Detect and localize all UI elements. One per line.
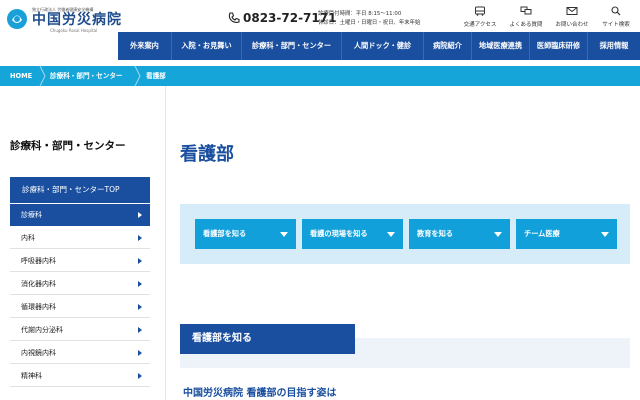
sidebar: 診療科・部門・センター 診療科・部門・センターTOP 診療科 内科 呼吸器内科 … [0,86,166,400]
sidebar-item-label: 消化器内科 [21,280,56,288]
chevron-right-icon [138,258,142,264]
tab-label: 看護の現場を知る [310,229,368,238]
nav-item-recruit[interactable]: 採用情報 [588,32,640,60]
sidebar-item-respiratory[interactable]: 呼吸器内科 [10,250,150,272]
sidebar-item-label: 呼吸器内科 [21,257,56,265]
reception-hours: 診療受付時間：平日 8:15～11:00 休診日：土曜日・日曜日・祝日、年末年始 [318,10,420,28]
tab-know-nursing[interactable]: 看護部を知る [195,219,296,249]
sidebar-item-label: 代謝内分泌科 [21,326,63,334]
chevron-right-icon [138,212,142,218]
sidebar-item-label: 精神科 [21,372,42,380]
chevron-right-icon [138,373,142,379]
tab-label: 看護部を知る [203,229,247,238]
breadcrumb-separator-icon [134,66,141,86]
section-tab-panel: 看護部を知る 看護の現場を知る 教育を知る チーム医療 [180,204,630,264]
tab-label: 教育を知る [417,229,453,238]
sidebar-item-label: 循環器内科 [21,303,56,311]
tab-label: チーム医療 [524,229,560,238]
sidebar-top-link[interactable]: 診療科・部門・センターTOP [10,177,150,203]
chat-icon [520,6,532,15]
chevron-right-icon [138,281,142,287]
chevron-right-icon [138,235,142,241]
reception-hours-line: 診療受付時間：平日 8:15～11:00 [318,11,402,17]
tab-team-medicine[interactable]: チーム医療 [516,219,617,249]
tab-know-education[interactable]: 教育を知る [409,219,510,249]
search-icon [611,6,621,16]
closed-days-line: 休診日：土曜日・日曜日・祝日、年末年始 [318,20,421,26]
sidebar-item-label: 内視鏡内科 [21,349,56,357]
site-header: 独立行政法人 労働者健康安全機構 中国労災病院 Chugoku Rosai Ho… [0,0,640,33]
sidebar-item-label: 診療科 [21,211,42,219]
sidebar-title: 診療科・部門・センター [10,140,126,152]
nav-item-checkup[interactable]: 人間ドック・健診 [342,32,424,60]
site-search-label: サイト検索 [602,22,630,28]
sidebar-item-endoscopy[interactable]: 内視鏡内科 [10,342,150,364]
global-nav: 外来案内 入院・お見舞い 診療科・部門・センター 人間ドック・健診 病院紹介 地… [118,32,640,60]
chevron-right-icon [138,350,142,356]
bus-icon [475,6,485,16]
sidebar-item-psychiatry[interactable]: 精神科 [10,365,150,387]
sidebar-item-cardio[interactable]: 循環器内科 [10,296,150,318]
sidebar-item-gastro[interactable]: 消化器内科 [10,273,150,295]
logo-mark-icon [7,9,27,29]
phone-icon [228,12,240,23]
breadcrumb-departments[interactable]: 診療科・部門・センター [50,66,123,86]
breadcrumb-current: 看護部 [146,72,166,80]
nav-item-admission[interactable]: 入院・お見舞い [172,32,242,60]
breadcrumb-home[interactable]: HOME [10,66,32,86]
sidebar-item-label: 内科 [21,234,35,242]
logo-hospital-name: 中国労災病院 [32,12,122,28]
chevron-right-icon [138,304,142,310]
chevron-right-icon [138,327,142,333]
caret-down-icon [280,232,288,237]
nav-item-about[interactable]: 病院紹介 [424,32,472,60]
site-search-link[interactable]: サイト検索 [588,6,640,30]
nav-item-residency[interactable]: 医師臨床研修 [530,32,588,60]
sidebar-item-endocrine[interactable]: 代謝内分泌科 [10,319,150,341]
site-logo[interactable]: 独立行政法人 労働者健康安全機構 中国労災病院 Chugoku Rosai Ho… [6,6,126,33]
caret-down-icon [494,232,502,237]
sidebar-item-clinical[interactable]: 診療科 [10,204,150,226]
mail-icon [566,7,578,15]
nav-item-regional[interactable]: 地域医療連携 [472,32,530,60]
sidebar-item-internal[interactable]: 内科 [10,227,150,249]
sub-heading: 中国労災病院 看護部の目指す姿は [183,388,337,399]
tab-know-field[interactable]: 看護の現場を知る [302,219,403,249]
nav-item-outpatient[interactable]: 外来案内 [118,32,172,60]
section-heading: 看護部を知る [180,324,355,354]
caret-down-icon [601,232,609,237]
breadcrumb-separator-icon [39,66,46,86]
caret-down-icon [387,232,395,237]
breadcrumb: HOME 診療科・部門・センター 看護部 [0,66,640,86]
logo-english-name: Chugoku Rosai Hospital [50,28,98,33]
nav-item-departments[interactable]: 診療科・部門・センター [242,32,342,60]
page-title: 看護部 [180,144,234,165]
